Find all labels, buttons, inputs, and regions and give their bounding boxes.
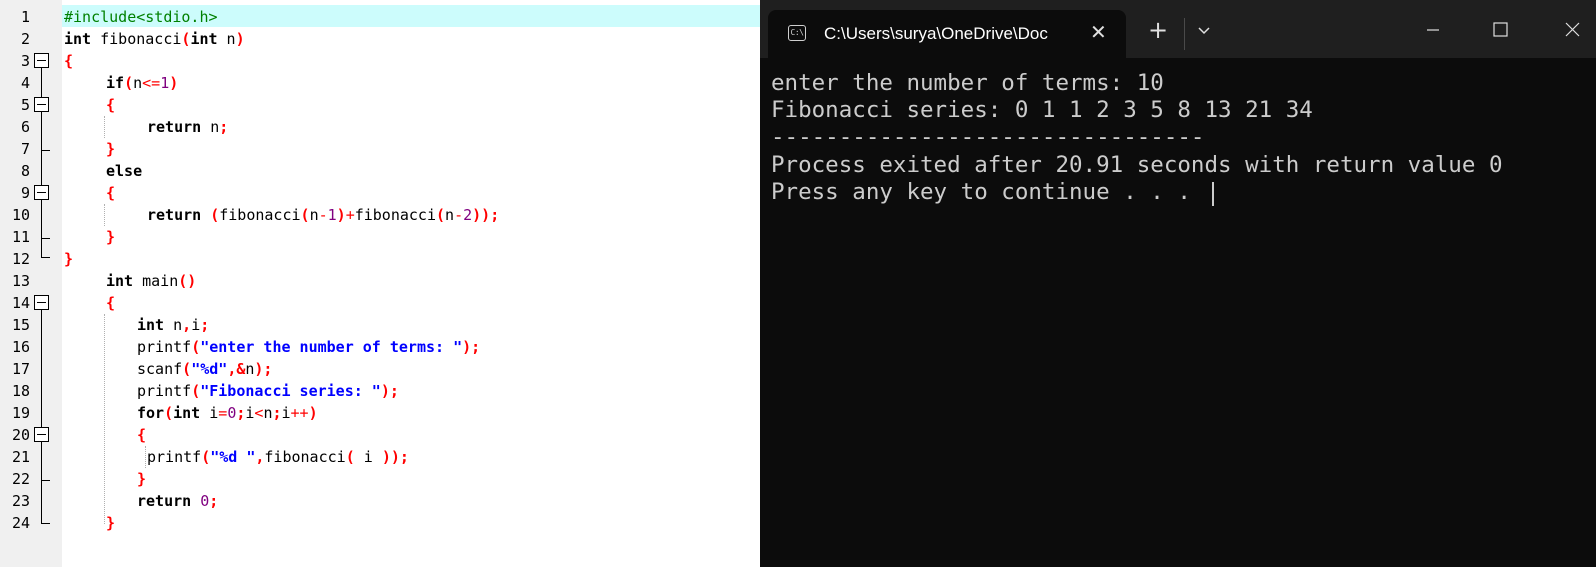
code-line: printf("%d ",fibonacci( i )); bbox=[147, 448, 409, 466]
line-number: 9 bbox=[20, 184, 30, 202]
line-number: 19 bbox=[11, 404, 30, 422]
maximize-button[interactable] bbox=[1477, 12, 1523, 48]
chevron-down-icon[interactable] bbox=[1196, 22, 1212, 38]
terminal-icon: C:\ bbox=[788, 25, 806, 41]
title-bar[interactable]: C:\ C:\Users\surya\OneDrive\Doc ✕ + bbox=[760, 0, 1596, 58]
line-number: 20 bbox=[11, 426, 30, 444]
code-line: for(int i=0;i<n;i++) bbox=[137, 404, 318, 422]
tab-title: C:\Users\surya\OneDrive\Doc bbox=[824, 24, 1048, 43]
code-line: scanf("%d",&n); bbox=[137, 360, 273, 378]
terminal-output-line: enter the number of terms: 10 bbox=[771, 70, 1164, 96]
line-number: 16 bbox=[11, 338, 30, 356]
collapse-icon[interactable] bbox=[34, 427, 49, 442]
indent-guide bbox=[145, 446, 146, 468]
minimize-button[interactable] bbox=[1410, 12, 1456, 48]
fold-end-marker bbox=[41, 523, 50, 524]
line-number: 24 bbox=[11, 514, 30, 532]
collapse-icon[interactable] bbox=[34, 53, 49, 68]
collapse-icon[interactable] bbox=[34, 97, 49, 112]
code-line: } bbox=[137, 470, 147, 488]
terminal-output-line: Press any key to continue . . . bbox=[771, 179, 1191, 205]
code-line: return 0; bbox=[137, 492, 219, 510]
code-line: } bbox=[106, 140, 116, 158]
fold-end-marker bbox=[41, 480, 50, 481]
code-line: return (fibonacci(n-1)+fibonacci(n-2)); bbox=[147, 206, 500, 224]
terminal-window[interactable]: C:\ C:\Users\surya\OneDrive\Doc ✕ + ente… bbox=[760, 0, 1596, 567]
line-number: 1 bbox=[20, 8, 30, 26]
line-number: 10 bbox=[11, 206, 30, 224]
line-number: 14 bbox=[11, 294, 30, 312]
text-cursor bbox=[1212, 182, 1214, 206]
code-line: printf("Fibonacci series: "); bbox=[137, 382, 399, 400]
code-line: #include<stdio.h> bbox=[64, 8, 218, 26]
collapse-icon[interactable] bbox=[34, 295, 49, 310]
code-line: { bbox=[64, 52, 74, 70]
line-number: 13 bbox=[11, 272, 30, 290]
line-number: 18 bbox=[11, 382, 30, 400]
code-line: return n; bbox=[147, 118, 229, 136]
code-line: int fibonacci(int n) bbox=[64, 30, 245, 48]
line-number-gutter: 1 2 3 4 5 6 7 8 9 10 11 12 13 14 15 16 1… bbox=[0, 0, 62, 567]
line-number: 23 bbox=[11, 492, 30, 510]
new-tab-button[interactable]: + bbox=[1148, 18, 1168, 42]
close-tab-icon[interactable]: ✕ bbox=[1090, 22, 1107, 44]
line-number: 7 bbox=[20, 140, 30, 158]
terminal-output-line: -------------------------------- bbox=[771, 124, 1205, 150]
line-number: 12 bbox=[11, 250, 30, 268]
terminal-output-line: Fibonacci series: 0 1 1 2 3 5 8 13 21 34 bbox=[771, 97, 1313, 123]
code-line: else bbox=[106, 162, 143, 180]
code-editor[interactable]: 1 2 3 4 5 6 7 8 9 10 11 12 13 14 15 16 1… bbox=[0, 0, 775, 567]
code-line: { bbox=[106, 184, 116, 202]
line-number: 22 bbox=[11, 470, 30, 488]
collapse-icon[interactable] bbox=[34, 185, 49, 200]
code-line: printf("enter the number of terms: "); bbox=[137, 338, 481, 356]
line-number: 5 bbox=[20, 96, 30, 114]
line-number: 4 bbox=[20, 74, 30, 92]
line-number: 21 bbox=[11, 448, 30, 466]
fold-end-marker bbox=[41, 257, 50, 258]
code-line: } bbox=[106, 228, 116, 246]
line-number: 15 bbox=[11, 316, 30, 334]
code-line: } bbox=[64, 250, 74, 268]
code-line: if(n<=1) bbox=[106, 74, 179, 92]
close-window-button[interactable] bbox=[1550, 12, 1596, 48]
code-line: { bbox=[137, 426, 147, 444]
code-line: int n,i; bbox=[137, 316, 210, 334]
line-number: 2 bbox=[20, 30, 30, 48]
fold-guide bbox=[41, 310, 42, 524]
fold-end-marker bbox=[41, 238, 50, 239]
code-line: { bbox=[106, 96, 116, 114]
code-line: } bbox=[106, 514, 116, 532]
indent-guide bbox=[104, 116, 105, 138]
indent-guide bbox=[104, 314, 105, 524]
terminal-output-line: Process exited after 20.91 seconds with … bbox=[771, 152, 1503, 178]
line-number: 17 bbox=[11, 360, 30, 378]
line-number: 6 bbox=[20, 118, 30, 136]
code-line: { bbox=[106, 294, 116, 312]
terminal-tab[interactable]: C:\ C:\Users\surya\OneDrive\Doc ✕ bbox=[768, 10, 1126, 58]
code-line: int main() bbox=[106, 272, 197, 290]
line-number: 8 bbox=[20, 162, 30, 180]
tab-separator bbox=[1184, 18, 1185, 50]
indent-guide bbox=[104, 204, 105, 226]
line-number: 11 bbox=[11, 228, 30, 246]
fold-end-marker bbox=[41, 150, 50, 151]
line-number: 3 bbox=[20, 52, 30, 70]
